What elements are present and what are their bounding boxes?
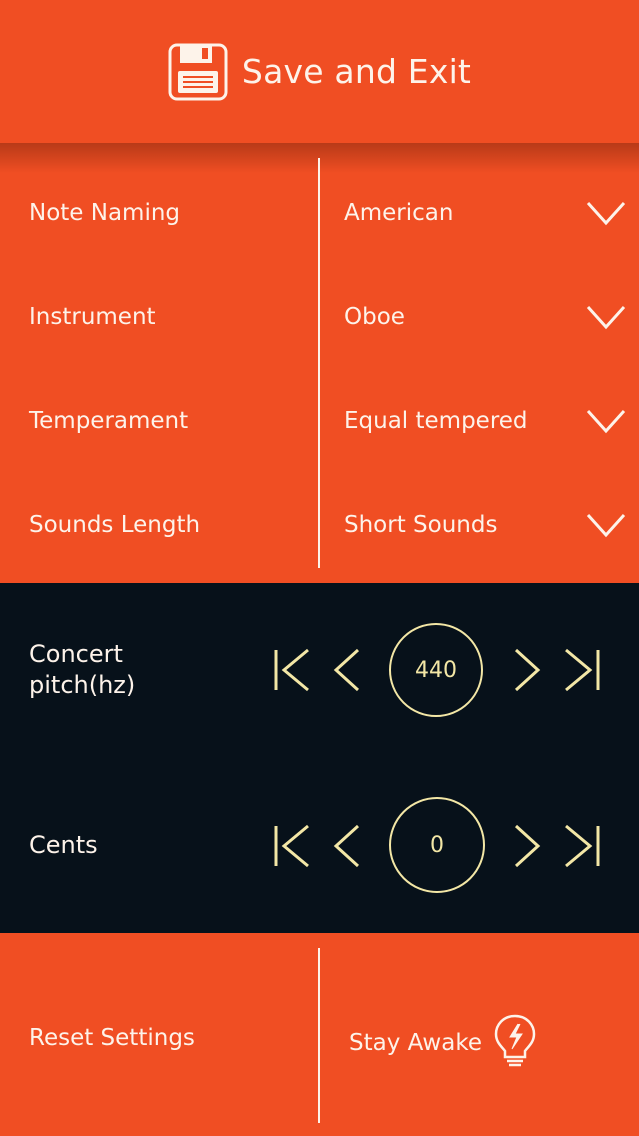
previous-icon[interactable]: [332, 823, 362, 869]
setting-value: Oboe: [344, 304, 405, 330]
setting-label: Instrument: [29, 304, 156, 330]
previous-icon[interactable]: [332, 647, 362, 693]
cents-label: Cents: [29, 831, 98, 859]
reset-settings-label: Reset Settings: [29, 1025, 195, 1051]
chevron-down-icon[interactable]: [586, 512, 626, 538]
stay-awake-button[interactable]: Stay Awake: [349, 1013, 538, 1073]
setting-row-note-naming[interactable]: Note Naming American: [0, 183, 639, 243]
setting-value: Equal tempered: [344, 408, 528, 434]
chevron-down-icon[interactable]: [586, 304, 626, 330]
pitch-panel: Concert pitch(hz) 440 Cents 0: [0, 583, 639, 933]
setting-value: American: [344, 200, 454, 226]
last-icon[interactable]: [562, 823, 602, 869]
concert-pitch-value: 440: [389, 623, 483, 717]
concert-pitch-label: Concert pitch(hz): [29, 640, 136, 699]
reset-settings-button[interactable]: Reset Settings: [29, 1025, 195, 1051]
first-icon[interactable]: [272, 647, 312, 693]
setting-row-sounds-length[interactable]: Sounds Length Short Sounds: [0, 495, 639, 555]
save-and-exit-label: Save and Exit: [241, 52, 472, 91]
setting-label: Sounds Length: [29, 512, 201, 538]
bottom-panel: Reset Settings Stay Awake: [0, 933, 639, 1136]
setting-value: Short Sounds: [344, 512, 498, 538]
last-icon[interactable]: [562, 647, 602, 693]
next-icon[interactable]: [512, 823, 542, 869]
bottom-divider: [318, 948, 320, 1123]
first-icon[interactable]: [272, 823, 312, 869]
floppy-disk-icon: [168, 43, 228, 101]
settings-panel: Note Naming American Instrument Oboe Tem…: [0, 143, 639, 583]
chevron-down-icon[interactable]: [586, 200, 626, 226]
setting-label: Temperament: [29, 408, 189, 434]
next-icon[interactable]: [512, 647, 542, 693]
cents-value: 0: [389, 797, 485, 893]
lightbulb-bolt-icon: [492, 1013, 538, 1073]
stay-awake-label: Stay Awake: [349, 1030, 482, 1056]
save-and-exit-button[interactable]: Save and Exit: [168, 43, 471, 101]
setting-label: Note Naming: [29, 200, 181, 226]
setting-row-temperament[interactable]: Temperament Equal tempered: [0, 391, 639, 451]
chevron-down-icon[interactable]: [586, 408, 626, 434]
setting-row-instrument[interactable]: Instrument Oboe: [0, 287, 639, 347]
header-bar: Save and Exit: [0, 0, 639, 143]
